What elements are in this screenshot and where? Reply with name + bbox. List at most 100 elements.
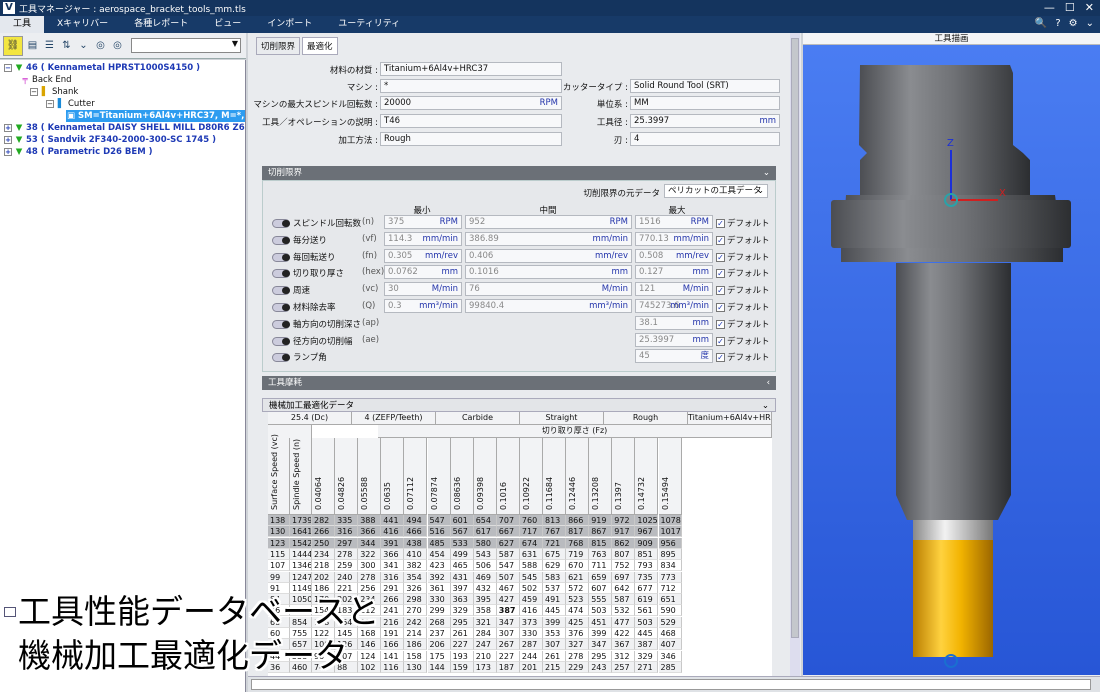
limit-mid-field[interactable]: 0.406 mm/rev: [465, 248, 632, 263]
grid-cell[interactable]: 967: [635, 526, 659, 538]
check-icon[interactable]: ✓: [716, 269, 725, 279]
limit-max-field[interactable]: 0.508 mm/rev: [635, 248, 713, 263]
grid-cell[interactable]: 354: [404, 571, 428, 583]
grid-cell[interactable]: 327: [566, 639, 590, 651]
grid-cell[interactable]: 793: [635, 560, 659, 572]
grid-cell[interactable]: 387: [635, 639, 659, 651]
grid-cell[interactable]: 166: [381, 639, 405, 651]
menu-reports[interactable]: 各種レポート: [121, 16, 201, 33]
grid-cell[interactable]: 173: [473, 661, 497, 673]
grid-cell[interactable]: 422: [612, 628, 636, 639]
grid-cell[interactable]: 590: [658, 605, 682, 617]
grid-cell[interactable]: 1641: [290, 526, 312, 538]
filter-icon[interactable]: ⌄: [76, 38, 91, 53]
grid-cell[interactable]: 202: [312, 571, 336, 583]
limit-max-field[interactable]: 0.127 mm: [635, 265, 713, 280]
grid-cell[interactable]: 295: [450, 616, 474, 628]
grid-cell[interactable]: 358: [473, 605, 497, 617]
grid-cell[interactable]: 587: [496, 548, 520, 560]
grid-cell[interactable]: 445: [543, 605, 567, 617]
tab-cutting-limits[interactable]: 切削限界: [256, 37, 301, 55]
grid-cell[interactable]: 494: [404, 515, 428, 526]
grid-cell[interactable]: 807: [612, 548, 636, 560]
main-scrollbar[interactable]: [790, 33, 800, 676]
grid-cell[interactable]: 607: [589, 582, 613, 594]
grid-cell[interactable]: 677: [635, 582, 659, 594]
limit-name[interactable]: スピンドル回転数: [272, 217, 361, 229]
grid-cell[interactable]: 516: [427, 526, 451, 538]
grid-cell[interactable]: 227: [496, 650, 520, 662]
grid-cell[interactable]: 382: [404, 560, 428, 572]
check-icon[interactable]: ✓: [716, 319, 725, 329]
grid-cell[interactable]: 621: [566, 571, 590, 583]
limit-max-field[interactable]: 770.13 mm/min: [635, 231, 713, 246]
grid-cell[interactable]: 711: [589, 560, 613, 572]
limit-name[interactable]: 周速: [272, 284, 310, 296]
grid-cell[interactable]: 587: [612, 594, 636, 606]
toggle-icon[interactable]: [272, 269, 290, 279]
default-checkbox[interactable]: ✓ デフォルト: [716, 351, 770, 363]
grid-cell[interactable]: 392: [427, 571, 451, 583]
limit-name[interactable]: 軸方向の切削深さ: [272, 318, 361, 330]
wear-section-header[interactable]: 工具摩耗 ‹: [262, 376, 776, 390]
grid-cell[interactable]: 572: [566, 582, 590, 594]
limit-mid-field[interactable]: 386.89 mm/min: [465, 231, 632, 246]
limit-min-field[interactable]: 30 M/min: [384, 282, 462, 297]
grid-cell[interactable]: 466: [404, 526, 428, 538]
grid-cell[interactable]: 454: [427, 548, 451, 560]
grid-cell[interactable]: 307: [496, 628, 520, 639]
limit-max-field[interactable]: 121 M/min: [635, 282, 713, 297]
binoculars-next-icon[interactable]: ◎: [110, 38, 125, 53]
grid-cell[interactable]: 1542: [290, 537, 312, 549]
grid-cell[interactable]: 651: [658, 594, 682, 606]
grid-cell[interactable]: 201: [519, 661, 543, 673]
maximize-icon[interactable]: ☐: [1065, 1, 1075, 14]
grid-cell[interactable]: 244: [519, 650, 543, 662]
grid-cell[interactable]: 237: [427, 628, 451, 639]
toggle-icon[interactable]: [272, 336, 290, 346]
grid-cell[interactable]: 321: [473, 616, 497, 628]
grid-cell[interactable]: 1025: [635, 515, 659, 526]
grid-cell[interactable]: 654: [473, 515, 497, 526]
grid-cell[interactable]: 193: [450, 650, 474, 662]
grid-cell[interactable]: 631: [519, 548, 543, 560]
grid-cell[interactable]: 675: [543, 548, 567, 560]
tree-node[interactable]: ╤ Back End: [20, 74, 71, 86]
grid-cell[interactable]: 257: [612, 661, 636, 673]
limit-mid-field[interactable]: 76 M/min: [465, 282, 632, 297]
check-icon[interactable]: ✓: [716, 303, 725, 312]
menu-xcaliber[interactable]: Xキャリバー: [44, 16, 121, 33]
grid-cell[interactable]: 416: [519, 605, 543, 617]
grid-cell[interactable]: 503: [635, 616, 659, 628]
grid-cell[interactable]: 477: [612, 616, 636, 628]
grid-cell[interactable]: 972: [612, 515, 636, 526]
grid-cell[interactable]: 719: [566, 548, 590, 560]
tree-node-selected[interactable]: ▣SM=Titanium+6Al4v+HRC37, M=*, TO=T46: [66, 110, 245, 122]
menu-utilities[interactable]: ユーティリティ: [325, 16, 413, 33]
grid-cell[interactable]: 347: [589, 639, 613, 651]
toggle-icon[interactable]: [272, 219, 290, 228]
toggle-icon[interactable]: [272, 235, 290, 245]
link-tool-icon[interactable]: ⛓: [3, 35, 23, 56]
menu-tools[interactable]: 工具: [0, 16, 45, 33]
limit-mid-field[interactable]: 0.1016 mm: [465, 265, 632, 280]
grid-cell[interactable]: 467: [496, 582, 520, 594]
grid-cell[interactable]: 307: [543, 639, 567, 651]
default-checkbox[interactable]: ✓ デフォルト: [716, 217, 770, 229]
grid-cell[interactable]: 218: [312, 560, 336, 572]
grid-cell[interactable]: 502: [519, 582, 543, 594]
limit-mid-field[interactable]: 952 RPM: [465, 215, 632, 229]
method-field[interactable]: Rough: [380, 132, 562, 146]
check-icon[interactable]: ✓: [716, 286, 725, 296]
grid-cell[interactable]: 629: [543, 560, 567, 572]
collapse-icon[interactable]: −: [4, 63, 12, 72]
grid-cell[interactable]: 438: [404, 537, 428, 549]
limit-min-field[interactable]: 375 RPM: [384, 215, 462, 229]
max-spindle-field[interactable]: 20000 RPM: [380, 96, 562, 110]
grid-cell[interactable]: 670: [566, 560, 590, 572]
toggle-icon[interactable]: [272, 353, 290, 363]
grid-cell[interactable]: 329: [450, 605, 474, 617]
check-icon[interactable]: ✓: [716, 336, 725, 346]
status-field[interactable]: [251, 679, 1091, 690]
tree-node[interactable]: + ▼ 53 ( Sandvik 2F340-2000-300-SC 1745 ): [4, 134, 216, 146]
